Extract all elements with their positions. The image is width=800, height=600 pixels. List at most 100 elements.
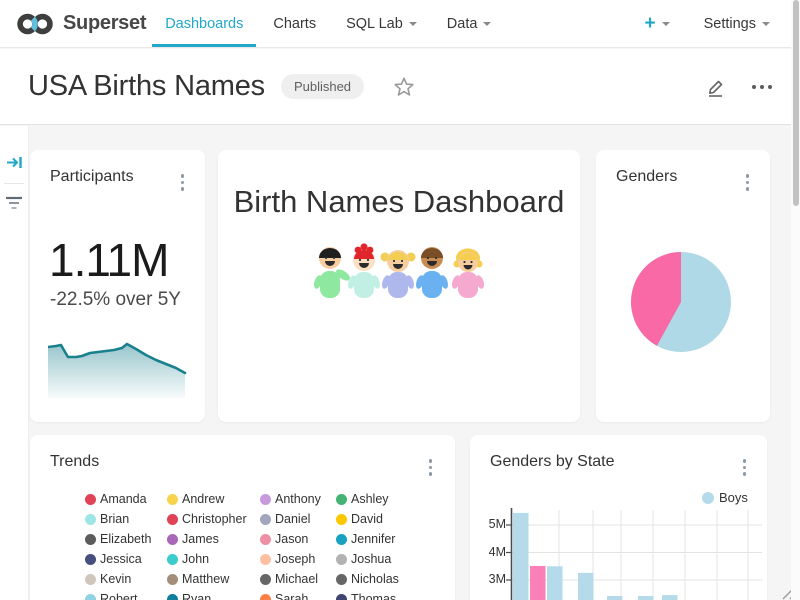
big-number-subheader: -22.5% over 5Y	[50, 289, 181, 311]
edit-icon[interactable]	[706, 76, 726, 97]
legend-item[interactable]: Ryan	[167, 593, 260, 600]
legend-item[interactable]: David	[336, 513, 445, 525]
scrollbar-thumb[interactable]	[793, 0, 799, 206]
scrollbar-track	[791, 0, 800, 600]
big-number-value: 1.11M	[49, 233, 168, 287]
legend-item[interactable]: Michael	[260, 573, 336, 585]
card-markdown-header: Birth Names Dashboard	[218, 150, 580, 422]
legend-label: Andrew	[182, 492, 224, 506]
legend-label: Anthony	[275, 492, 321, 506]
legend-dot	[85, 494, 96, 505]
legend-item[interactable]: John	[167, 553, 260, 565]
chevron-down-icon	[483, 22, 491, 26]
legend-item[interactable]: Jessica	[85, 553, 167, 565]
legend-item[interactable]: Christopher	[167, 513, 260, 525]
chart-menu-icon[interactable]	[743, 171, 753, 194]
legend-dot	[336, 494, 347, 505]
legend-dot	[260, 574, 271, 585]
legend-item[interactable]: Sarah	[260, 593, 336, 600]
chevron-down-icon	[409, 22, 417, 26]
new-item-button[interactable]: +	[644, 14, 669, 33]
dashboard-header: USA Births Names Published	[0, 49, 800, 125]
legend-label: Joseph	[275, 552, 315, 566]
chart-menu-icon[interactable]	[178, 171, 188, 194]
genders-by-state-bar-chart	[470, 505, 767, 600]
chart-title: Genders	[616, 168, 677, 186]
legend-item[interactable]: Thomas	[336, 593, 445, 600]
legend-label: Christopher	[182, 512, 247, 526]
expand-filter-bar-icon[interactable]	[6, 154, 23, 171]
nav-right: + Settings	[644, 0, 800, 47]
legend-item[interactable]: James	[167, 533, 260, 545]
nav-label: Charts	[273, 16, 316, 32]
legend-label: James	[182, 532, 219, 546]
legend-item[interactable]: Jennifer	[336, 533, 445, 545]
legend-item[interactable]: Matthew	[167, 573, 260, 585]
legend-dot	[336, 574, 347, 585]
legend-item[interactable]: Daniel	[260, 513, 336, 525]
legend-item[interactable]: Jason	[260, 533, 336, 545]
legend-item[interactable]: Amanda	[85, 493, 167, 505]
brand-name: Superset	[63, 12, 146, 35]
legend-label: Jessica	[100, 552, 142, 566]
chart-title: Trends	[50, 453, 99, 471]
legend-item[interactable]: Nicholas	[336, 573, 445, 585]
legend-label: David	[351, 512, 383, 526]
nav-label: Data	[447, 16, 478, 32]
chart-title: Genders by State	[490, 453, 615, 471]
brand[interactable]: Superset	[0, 0, 146, 47]
more-menu-icon[interactable]	[748, 81, 776, 93]
legend-item[interactable]: Anthony	[260, 493, 336, 505]
legend-dot	[85, 574, 96, 585]
legend-label: Ryan	[182, 592, 211, 600]
legend-dot	[167, 554, 178, 565]
published-badge[interactable]: Published	[281, 74, 364, 99]
filter-icon	[5, 196, 23, 211]
legend-item[interactable]: Joseph	[260, 553, 336, 565]
legend-label: Brian	[100, 512, 129, 526]
chart-menu-icon[interactable]	[426, 456, 436, 479]
participants-sparkline-chart	[48, 340, 188, 398]
legend-item[interactable]: Elizabeth	[85, 533, 167, 545]
nav-item-charts[interactable]: Charts	[258, 0, 331, 47]
legend-label: Kevin	[100, 572, 131, 586]
nav-label: SQL Lab	[346, 16, 403, 32]
legend-item[interactable]: Joshua	[336, 553, 445, 565]
legend-item[interactable]: Ashley	[336, 493, 445, 505]
legend-item[interactable]: Andrew	[167, 493, 260, 505]
superset-app: Superset Dashboards Charts SQL Lab Data …	[0, 0, 800, 600]
legend-label: Ashley	[351, 492, 389, 506]
legend-label: Matthew	[182, 572, 229, 586]
filter-bar-collapsed	[0, 126, 29, 600]
nav-item-sql-lab[interactable]: SQL Lab	[331, 0, 432, 47]
legend-dot	[85, 554, 96, 565]
children-illustration	[314, 240, 484, 304]
legend-label: John	[182, 552, 209, 566]
legend-item-boys[interactable]: Boys	[702, 490, 748, 505]
card-trends: Trends Amanda Andrew Anthony Ashley Brian Chr…	[30, 435, 455, 600]
settings-menu[interactable]: Settings	[704, 16, 770, 32]
chevron-down-icon	[662, 22, 670, 26]
legend-label: Sarah	[275, 592, 308, 600]
legend-item[interactable]: Robert	[85, 593, 167, 600]
legend-item[interactable]: Brian	[85, 513, 167, 525]
favorite-star-icon[interactable]	[392, 75, 416, 99]
legend-dot	[260, 594, 271, 600]
nav-label: Dashboards	[165, 16, 243, 32]
chevron-down-icon	[762, 22, 770, 26]
legend-item[interactable]: Kevin	[85, 573, 167, 585]
legend-label: Daniel	[275, 512, 310, 526]
legend-label: Boys	[719, 490, 748, 505]
legend-dot	[85, 594, 96, 600]
legend-label: Thomas	[351, 592, 396, 600]
legend-label: Jason	[275, 532, 308, 546]
nav-item-dashboards[interactable]: Dashboards	[150, 0, 258, 47]
legend-dot	[336, 534, 347, 545]
legend-dot	[336, 554, 347, 565]
chart-menu-icon[interactable]	[740, 456, 750, 479]
legend-dot	[85, 534, 96, 545]
legend-dot	[167, 494, 178, 505]
card-genders-by-state: Genders by State Boys 5M4M3M	[470, 435, 767, 600]
legend-dot	[260, 534, 271, 545]
nav-item-data[interactable]: Data	[432, 0, 507, 47]
